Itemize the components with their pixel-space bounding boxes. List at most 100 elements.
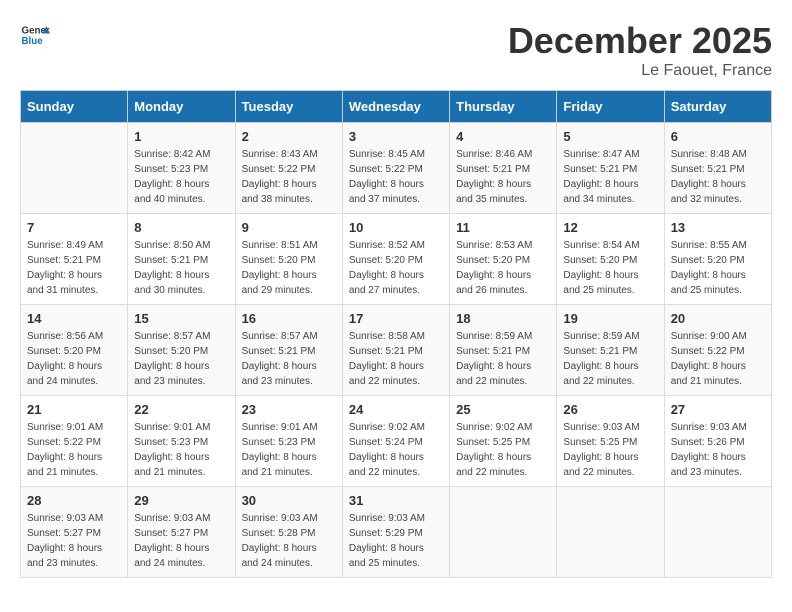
header-thursday: Thursday	[450, 91, 557, 123]
day-number: 10	[349, 220, 443, 235]
day-cell: 19Sunrise: 8:59 AMSunset: 5:21 PMDayligh…	[557, 305, 664, 396]
day-info: Sunrise: 8:42 AMSunset: 5:23 PMDaylight:…	[134, 147, 228, 207]
day-cell: 31 Sunrise: 9:03 AMSunset: 5:29 PMDayligh…	[342, 487, 449, 578]
day-number: 7	[27, 220, 121, 235]
day-info: Sunrise: 8:43 AMSunset: 5:22 PMDaylight:…	[242, 147, 336, 207]
day-number: 28	[27, 493, 121, 508]
header-friday: Friday	[557, 91, 664, 123]
day-cell: 22Sunrise: 9:01 AMSunset: 5:23 PMDayligh…	[128, 396, 235, 487]
day-number: 15	[134, 311, 228, 326]
day-cell: 3 Sunrise: 8:45 AMSunset: 5:22 PMDaylight…	[342, 123, 449, 214]
day-number: 5	[563, 129, 657, 144]
day-cell: 12 Sunrise: 8:54 AMSunset: 5:20 PMDayligh…	[557, 214, 664, 305]
day-info: Sunrise: 8:56 AMSunset: 5:20 PMDaylight:…	[27, 329, 121, 389]
day-cell: 9 Sunrise: 8:51 AMSunset: 5:20 PMDaylight…	[235, 214, 342, 305]
svg-text:Blue: Blue	[22, 36, 44, 47]
day-info: Sunrise: 8:49 AMSunset: 5:21 PMDaylight:…	[27, 238, 121, 298]
day-number: 4	[456, 129, 550, 144]
calendar-table: SundayMondayTuesdayWednesdayThursdayFrid…	[20, 90, 772, 578]
day-info: Sunrise: 8:51 AMSunset: 5:20 PMDaylight:…	[242, 238, 336, 298]
day-info: Sunrise: 8:45 AMSunset: 5:22 PMDaylight:…	[349, 147, 443, 207]
day-cell: 8 Sunrise: 8:50 AMSunset: 5:21 PMDaylight…	[128, 214, 235, 305]
day-info: Sunrise: 9:03 AMSunset: 5:27 PMDaylight:…	[27, 511, 121, 571]
day-number: 30	[242, 493, 336, 508]
day-number: 24	[349, 402, 443, 417]
title-area: December 2025 Le Faouet, France	[508, 20, 772, 80]
day-cell: 11 Sunrise: 8:53 AMSunset: 5:20 PMDayligh…	[450, 214, 557, 305]
day-info: Sunrise: 8:57 AMSunset: 5:20 PMDaylight:…	[134, 329, 228, 389]
location: Le Faouet, France	[508, 62, 772, 80]
day-cell: 15 Sunrise: 8:57 AMSunset: 5:20 PMDayligh…	[128, 305, 235, 396]
day-cell	[664, 487, 771, 578]
day-cell: 25 Sunrise: 9:02 AMSunset: 5:25 PMDayligh…	[450, 396, 557, 487]
day-cell: 10 Sunrise: 8:52 AMSunset: 5:20 PMDayligh…	[342, 214, 449, 305]
day-number: 18	[456, 311, 550, 326]
day-info: Sunrise: 8:59 AMSunset: 5:21 PMDaylight:…	[563, 329, 657, 389]
day-number: 29	[134, 493, 228, 508]
day-info: Sunrise: 8:57 AMSunset: 5:21 PMDaylight:…	[242, 329, 336, 389]
day-info: Sunrise: 8:47 AMSunset: 5:21 PMDaylight:…	[563, 147, 657, 207]
day-number: 6	[671, 129, 765, 144]
day-info: Sunrise: 8:46 AMSunset: 5:21 PMDaylight:…	[456, 147, 550, 207]
day-info: Sunrise: 8:52 AMSunset: 5:20 PMDaylight:…	[349, 238, 443, 298]
header-saturday: Saturday	[664, 91, 771, 123]
day-cell: 26 Sunrise: 9:03 AMSunset: 5:25 PMDayligh…	[557, 396, 664, 487]
day-info: Sunrise: 9:01 AMSunset: 5:22 PMDaylight:…	[27, 420, 121, 480]
day-number: 1	[134, 129, 228, 144]
day-number: 23	[242, 402, 336, 417]
day-info: Sunrise: 9:00 AMSunset: 5:22 PMDaylight:…	[671, 329, 765, 389]
month-title: December 2025	[508, 20, 772, 62]
day-info: Sunrise: 8:54 AMSunset: 5:20 PMDaylight:…	[563, 238, 657, 298]
day-info: Sunrise: 9:03 AMSunset: 5:29 PMDaylight:…	[349, 511, 443, 571]
day-info: Sunrise: 8:59 AMSunset: 5:21 PMDaylight:…	[456, 329, 550, 389]
day-info: Sunrise: 8:53 AMSunset: 5:20 PMDaylight:…	[456, 238, 550, 298]
day-number: 11	[456, 220, 550, 235]
day-number: 26	[563, 402, 657, 417]
day-info: Sunrise: 8:55 AMSunset: 5:20 PMDaylight:…	[671, 238, 765, 298]
day-cell: 29Sunrise: 9:03 AMSunset: 5:27 PMDayligh…	[128, 487, 235, 578]
header-monday: Monday	[128, 91, 235, 123]
week-row-4: 21 Sunrise: 9:01 AMSunset: 5:22 PMDayligh…	[21, 396, 772, 487]
week-row-5: 28 Sunrise: 9:03 AMSunset: 5:27 PMDayligh…	[21, 487, 772, 578]
day-number: 2	[242, 129, 336, 144]
day-number: 27	[671, 402, 765, 417]
day-cell: 4 Sunrise: 8:46 AMSunset: 5:21 PMDaylight…	[450, 123, 557, 214]
logo-icon: General Blue	[20, 20, 50, 50]
day-number: 9	[242, 220, 336, 235]
day-cell: 30 Sunrise: 9:03 AMSunset: 5:28 PMDayligh…	[235, 487, 342, 578]
day-cell: 6 Sunrise: 8:48 AMSunset: 5:21 PMDaylight…	[664, 123, 771, 214]
day-cell: 13Sunrise: 8:55 AMSunset: 5:20 PMDayligh…	[664, 214, 771, 305]
logo: General Blue	[20, 20, 50, 50]
day-number: 17	[349, 311, 443, 326]
day-info: Sunrise: 8:50 AMSunset: 5:21 PMDaylight:…	[134, 238, 228, 298]
week-row-3: 14Sunrise: 8:56 AMSunset: 5:20 PMDayligh…	[21, 305, 772, 396]
day-cell: 14Sunrise: 8:56 AMSunset: 5:20 PMDayligh…	[21, 305, 128, 396]
day-cell	[450, 487, 557, 578]
day-info: Sunrise: 9:03 AMSunset: 5:25 PMDaylight:…	[563, 420, 657, 480]
day-cell: 2 Sunrise: 8:43 AMSunset: 5:22 PMDaylight…	[235, 123, 342, 214]
day-number: 16	[242, 311, 336, 326]
day-cell: 18 Sunrise: 8:59 AMSunset: 5:21 PMDayligh…	[450, 305, 557, 396]
day-cell: 20Sunrise: 9:00 AMSunset: 5:22 PMDayligh…	[664, 305, 771, 396]
day-info: Sunrise: 9:02 AMSunset: 5:25 PMDaylight:…	[456, 420, 550, 480]
day-cell: 21 Sunrise: 9:01 AMSunset: 5:22 PMDayligh…	[21, 396, 128, 487]
day-info: Sunrise: 8:58 AMSunset: 5:21 PMDaylight:…	[349, 329, 443, 389]
day-number: 31	[349, 493, 443, 508]
day-info: Sunrise: 8:48 AMSunset: 5:21 PMDaylight:…	[671, 147, 765, 207]
day-info: Sunrise: 9:03 AMSunset: 5:26 PMDaylight:…	[671, 420, 765, 480]
header-wednesday: Wednesday	[342, 91, 449, 123]
day-number: 22	[134, 402, 228, 417]
day-number: 25	[456, 402, 550, 417]
day-number: 12	[563, 220, 657, 235]
day-cell: 1 Sunrise: 8:42 AMSunset: 5:23 PMDaylight…	[128, 123, 235, 214]
day-cell	[21, 123, 128, 214]
day-cell: 7 Sunrise: 8:49 AMSunset: 5:21 PMDaylight…	[21, 214, 128, 305]
day-number: 3	[349, 129, 443, 144]
header-sunday: Sunday	[21, 91, 128, 123]
day-number: 8	[134, 220, 228, 235]
day-info: Sunrise: 9:03 AMSunset: 5:28 PMDaylight:…	[242, 511, 336, 571]
day-cell: 23Sunrise: 9:01 AMSunset: 5:23 PMDayligh…	[235, 396, 342, 487]
day-header-row: SundayMondayTuesdayWednesdayThursdayFrid…	[21, 91, 772, 123]
day-number: 21	[27, 402, 121, 417]
day-cell: 24Sunrise: 9:02 AMSunset: 5:24 PMDayligh…	[342, 396, 449, 487]
